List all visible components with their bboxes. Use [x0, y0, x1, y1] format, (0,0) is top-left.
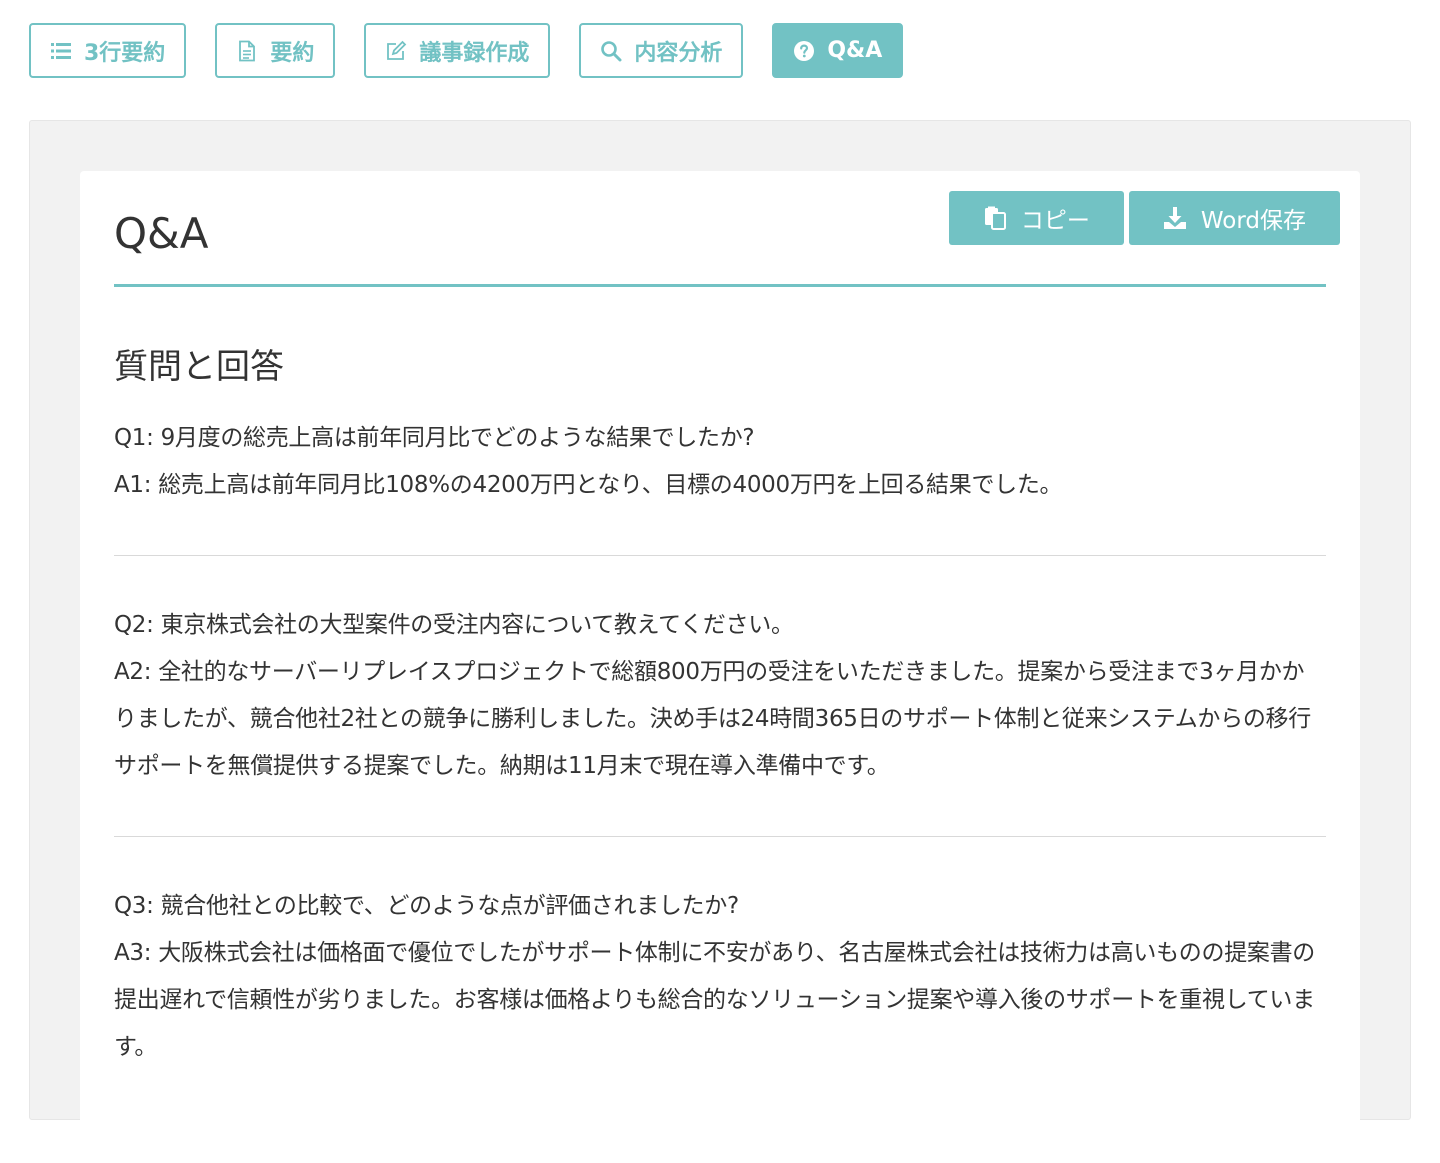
tab-summary[interactable]: 要約 [215, 23, 336, 78]
qa-list: Q1: 9月度の総売上高は前年同月比でどのような結果でしたか? A1: 総売上高… [114, 415, 1326, 1163]
title-divider [114, 284, 1326, 287]
question-text: Q3: 競合他社との比較で、どのような点が評価されましたか? [114, 893, 739, 919]
copy-icon [984, 206, 1006, 230]
qa-card: Q&A コピー Word保存 質問と回答 Q1: 9月度の総売上高は前年同月比で… [80, 171, 1360, 1131]
tab-label: Q&A [827, 38, 883, 63]
tab-three-line-summary[interactable]: 3行要約 [29, 23, 187, 78]
tab-qa[interactable]: Q&A [772, 23, 904, 78]
edit-icon [387, 40, 407, 60]
tab-label: 要約 [270, 40, 315, 66]
copy-label: コピー [1020, 208, 1090, 234]
question-text: Q2: 東京株式会社の大型案件の受注内容について教えてください。 [114, 612, 794, 638]
answer-text: A3: 大阪株式会社は価格面で優位でしたがサポート体制に不安があり、名古屋株式会… [114, 940, 1316, 1060]
tab-analysis[interactable]: 内容分析 [579, 23, 744, 78]
section-heading: 質問と回答 [114, 347, 284, 387]
word-save-button[interactable]: Word保存 [1128, 191, 1340, 245]
qa-item: Q1: 9月度の総売上高は前年同月比でどのような結果でしたか? A1: 総売上高… [114, 415, 1326, 556]
word-save-label: Word保存 [1200, 208, 1306, 234]
download-icon [1163, 207, 1186, 229]
search-icon [601, 40, 622, 61]
qa-item: Q3: 競合他社との比較で、どのような点が評価されましたか? A3: 大阪株式会… [114, 883, 1326, 1117]
tab-label: 議事録作成 [419, 40, 530, 66]
tab-bar: 3行要約 要約 議事録作成 内容分析 Q&A [29, 23, 904, 78]
tab-minutes[interactable]: 議事録作成 [364, 23, 551, 78]
question-text: Q1: 9月度の総売上高は前年同月比でどのような結果でしたか? [114, 425, 755, 451]
qa-item: Q2: 東京株式会社の大型案件の受注内容について教えてください。 A2: 全社的… [114, 602, 1326, 837]
tab-label: 内容分析 [634, 40, 723, 66]
list-icon [51, 42, 71, 59]
card-title: Q&A [114, 209, 209, 258]
answer-text: A1: 総売上高は前年同月比108%の4200万円となり、目標の4000万円を上… [114, 472, 1063, 498]
copy-button[interactable]: コピー [948, 191, 1124, 245]
answer-text: A2: 全社的なサーバーリプレイスプロジェクトで総額800万円の受注をいただきま… [114, 659, 1311, 779]
tab-label: 3行要約 [84, 40, 166, 66]
card-actions: コピー Word保存 [948, 191, 1340, 245]
question-circle-icon [794, 40, 815, 61]
document-icon [239, 40, 256, 61]
